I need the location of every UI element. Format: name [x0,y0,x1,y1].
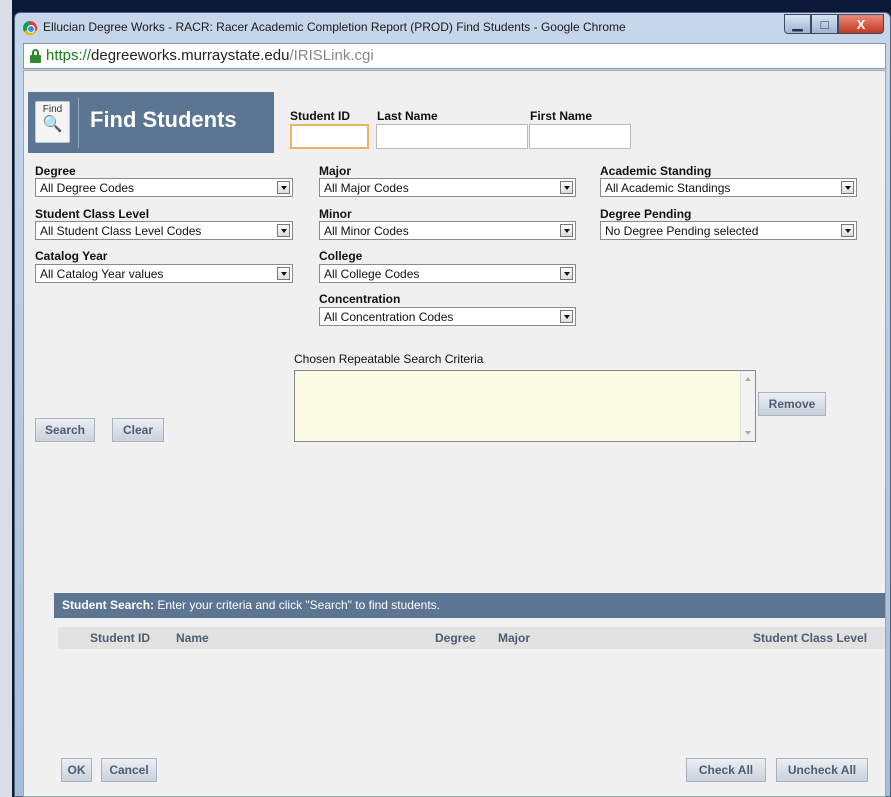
student-id-input[interactable] [290,124,369,149]
first-name-label: First Name [530,109,593,123]
major-label: Major [319,164,352,178]
academic-standing-select[interactable]: All Academic Standings [600,178,857,197]
address-bar[interactable]: https://degreeworks.murraystate.edu/IRIS… [23,43,886,69]
url-text: https://degreeworks.murraystate.edu/IRIS… [46,47,374,64]
minor-select-value: All Minor Codes [324,224,409,238]
catalog-year-select[interactable]: All Catalog Year values [35,264,293,283]
chevron-down-icon [277,181,290,194]
url-scheme: https:// [46,47,92,64]
col-name[interactable]: Name [176,631,209,645]
degree-pending-select-value: No Degree Pending selected [605,224,759,238]
college-label: College [319,249,363,263]
first-name-input[interactable] [529,124,631,149]
concentration-select[interactable]: All Concentration Codes [319,307,576,326]
url-host: degreeworks.murraystate.edu [91,47,290,64]
window-controls: ▁ □ X [784,14,884,34]
student-class-level-select[interactable]: All Student Class Level Codes [35,221,293,240]
results-column-headers: Student ID Name Degree Major Student Cla… [58,627,885,649]
page-content: Find 🔍 Find Students Student ID Last Nam… [23,70,886,797]
close-button[interactable]: X [838,14,884,34]
col-major[interactable]: Major [498,631,530,645]
chevron-down-icon [277,267,290,280]
find-icon: Find 🔍 [35,101,70,143]
browser-popup-window: Ellucian Degree Works - RACR: Racer Acad… [14,12,891,797]
college-select-value: All College Codes [324,267,420,281]
chevron-down-icon [841,181,854,194]
academic-standing-label: Academic Standing [600,164,712,178]
student-id-label: Student ID [290,109,350,123]
maximize-button[interactable]: □ [811,14,838,34]
results-header-title: Student Search: [62,598,155,612]
chevron-down-icon [560,181,573,194]
page-title: Find Students [90,107,237,132]
title-bar[interactable]: Ellucian Degree Works - RACR: Racer Acad… [15,13,890,43]
chevron-down-icon [560,310,573,323]
search-button[interactable]: Search [35,418,95,442]
col-student-class-level[interactable]: Student Class Level [753,631,867,645]
degree-label: Degree [35,164,76,178]
chevron-down-icon [560,224,573,237]
student-class-level-select-value: All Student Class Level Codes [40,224,202,238]
degree-select[interactable]: All Degree Codes [35,178,293,197]
criteria-label: Chosen Repeatable Search Criteria [294,352,484,366]
chevron-down-icon [560,267,573,280]
page-header: Find 🔍 Find Students [28,92,274,153]
window-title: Ellucian Degree Works - RACR: Racer Acad… [43,20,626,34]
results-header-hint: Enter your criteria and click "Search" t… [154,598,440,612]
concentration-select-value: All Concentration Codes [324,310,454,324]
minor-select[interactable]: All Minor Codes [319,221,576,240]
chrome-icon [23,21,37,35]
major-select[interactable]: All Major Codes [319,178,576,197]
lock-icon [30,49,41,63]
major-select-value: All Major Codes [324,181,409,195]
criteria-textarea[interactable] [294,370,756,442]
remove-button[interactable]: Remove [758,392,826,416]
scroll-up-icon [745,377,751,381]
last-name-input[interactable] [376,124,528,149]
minimize-button[interactable]: ▁ [784,14,811,34]
uncheck-all-button[interactable]: Uncheck All [776,758,868,782]
student-class-level-label: Student Class Level [35,207,150,221]
ok-button[interactable]: OK [61,758,92,782]
scroll-down-icon [745,431,751,435]
chevron-down-icon [277,224,290,237]
find-icon-label: Find [42,104,63,115]
degree-select-value: All Degree Codes [40,181,135,195]
col-student-id[interactable]: Student ID [90,631,150,645]
criteria-scrollbar[interactable] [740,371,755,441]
background-window-edge [0,0,12,797]
concentration-label: Concentration [319,292,401,306]
chevron-down-icon [841,224,854,237]
results-header: Student Search: Enter your criteria and … [54,593,885,618]
degree-pending-label: Degree Pending [600,207,692,221]
academic-standing-select-value: All Academic Standings [605,181,731,195]
magnifier-icon: 🔍 [42,116,63,133]
cancel-button[interactable]: Cancel [101,758,157,782]
degree-pending-select[interactable]: No Degree Pending selected [600,221,857,240]
catalog-year-select-value: All Catalog Year values [40,267,164,281]
catalog-year-label: Catalog Year [35,249,108,263]
last-name-label: Last Name [377,109,438,123]
minor-label: Minor [319,207,352,221]
url-path: /IRISLink.cgi [289,47,374,64]
check-all-button[interactable]: Check All [686,758,766,782]
header-divider [78,98,79,148]
col-degree[interactable]: Degree [435,631,476,645]
college-select[interactable]: All College Codes [319,264,576,283]
clear-button[interactable]: Clear [112,418,164,442]
